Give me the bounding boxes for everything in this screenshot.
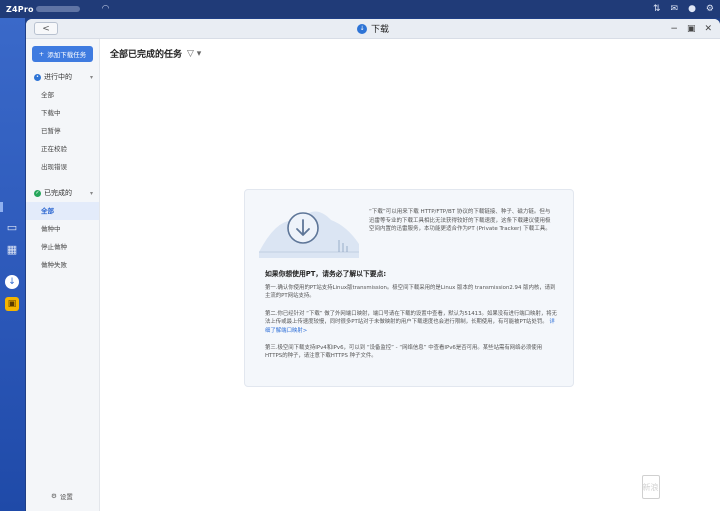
- plus-icon: +: [38, 50, 45, 58]
- window-title: ↓ 下载: [356, 22, 390, 35]
- progress-icon: •: [34, 73, 41, 81]
- sidebar-item-stop-seeding[interactable]: 停止做种: [26, 238, 99, 256]
- requirements-title: 如果你想使用PT，请务必了解以下要点:: [265, 270, 387, 278]
- chevron-down-icon: ▾: [89, 189, 93, 197]
- settings-button[interactable]: ⚙ 设置: [51, 491, 73, 501]
- chevron-down-icon: ▾: [89, 73, 93, 81]
- inbox-icon[interactable]: ✉: [671, 4, 679, 14]
- restore-button[interactable]: ▣: [687, 24, 696, 34]
- requirement-1: 第一.确认你使用的PT站支持Linux版transmission。极空间下载采用…: [265, 285, 556, 300]
- add-task-label: 添加下载任务: [47, 51, 87, 59]
- window-controls: − ▣ ✕: [670, 24, 712, 34]
- window-titlebar: < ↓ 下载 − ▣ ✕: [26, 19, 720, 39]
- download-app-icon: ↓: [356, 23, 367, 34]
- close-button[interactable]: ✕: [704, 24, 712, 34]
- group-active[interactable]: • 进行中的 ▾: [34, 72, 99, 82]
- settings-icon[interactable]: ⚙: [706, 4, 714, 14]
- sidebar-item-error[interactable]: 出现错误: [26, 158, 99, 176]
- filter-icon[interactable]: ▽ ▾: [187, 49, 201, 59]
- user-icon[interactable]: ●: [688, 4, 696, 14]
- sidebar: + 添加下载任务 • 进行中的 ▾ 全部 下载中 已暂停 正在校验 出现错误 ✓…: [26, 39, 100, 511]
- watermark: 新浪 值 众测: [641, 475, 710, 499]
- requirement-2: 第二.你已经针对 “下载” 做了外网端口映射，端口号请在下载的设置中查看，默认为…: [265, 310, 559, 335]
- device-name: Z4Pro: [6, 4, 34, 14]
- apps-grid-icon[interactable]: ▦: [5, 242, 19, 256]
- redacted-text: [35, 6, 80, 12]
- tune-icon[interactable]: ⇅: [653, 4, 661, 14]
- group-active-label: 进行中的: [44, 73, 72, 81]
- gear-icon: ⚙: [51, 492, 57, 500]
- sidebar-item-seeding[interactable]: 做种中: [26, 220, 99, 238]
- group-done[interactable]: ✓ 已完成的 ▾: [34, 188, 99, 198]
- group-done-label: 已完成的: [44, 189, 72, 197]
- requirement-3: 第三.极空间下载支持IPv4和IPv6，可以到 “设备监控” - “网络信息” …: [265, 345, 543, 360]
- os-dock: ▭ ▦ ↓ ▣: [0, 18, 25, 511]
- page-title-text: 全部已完成的任务: [110, 50, 183, 60]
- sidebar-item-paused[interactable]: 已暂停: [26, 122, 99, 140]
- dock-indicator: [0, 202, 3, 212]
- back-button[interactable]: <: [34, 22, 58, 35]
- requirement-2-text: 第二.你已经针对 “下载” 做了外网端口映射，端口号请在下载的设置中查看，默认为…: [265, 311, 558, 326]
- laptop-icon[interactable]: ▭: [5, 220, 19, 234]
- os-topbar-icons: ⇅ ✉ ● ⚙: [653, 4, 714, 14]
- sidebar-item-verifying[interactable]: 正在校验: [26, 140, 99, 158]
- os-topbar: Z4Pro ◠ ⇅ ✉ ● ⚙: [0, 0, 720, 18]
- minimize-button[interactable]: −: [670, 24, 678, 34]
- sidebar-item-seed-failed[interactable]: 做种失败: [26, 256, 99, 274]
- sidebar-item-all-active[interactable]: 全部: [26, 86, 99, 104]
- app-window: < ↓ 下载 − ▣ ✕ + 添加下载任务 • 进行中的 ▾ 全部 下载中 已暂…: [26, 19, 720, 511]
- sidebar-item-all-done[interactable]: 全部: [26, 202, 99, 220]
- watermark-text: 值 众测: [663, 480, 710, 496]
- watermark-badge: 新浪: [641, 475, 660, 499]
- wifi-icon: ◠: [101, 4, 110, 14]
- main-panel: 全部已完成的任务 ▽ ▾ “下载”可以用来下载 HTTP/FTP/BT 协议的下…: [100, 39, 720, 511]
- package-app-icon[interactable]: ▣: [5, 297, 19, 311]
- intro-text: “下载”可以用来下载 HTTP/FTP/BT 协议的下载链接、种子、磁力链。但与…: [369, 209, 551, 232]
- download-illustration: [259, 211, 359, 258]
- check-icon: ✓: [34, 189, 41, 197]
- sidebar-item-downloading[interactable]: 下载中: [26, 104, 99, 122]
- add-task-button[interactable]: + 添加下载任务: [32, 46, 93, 62]
- page-title: 全部已完成的任务 ▽ ▾: [110, 47, 201, 61]
- settings-label: 设置: [59, 493, 73, 501]
- download-app-icon[interactable]: ↓: [5, 275, 19, 289]
- pt-info-card: “下载”可以用来下载 HTTP/FTP/BT 协议的下载链接、种子、磁力链。但与…: [244, 189, 574, 387]
- window-title-text: 下载: [370, 25, 390, 35]
